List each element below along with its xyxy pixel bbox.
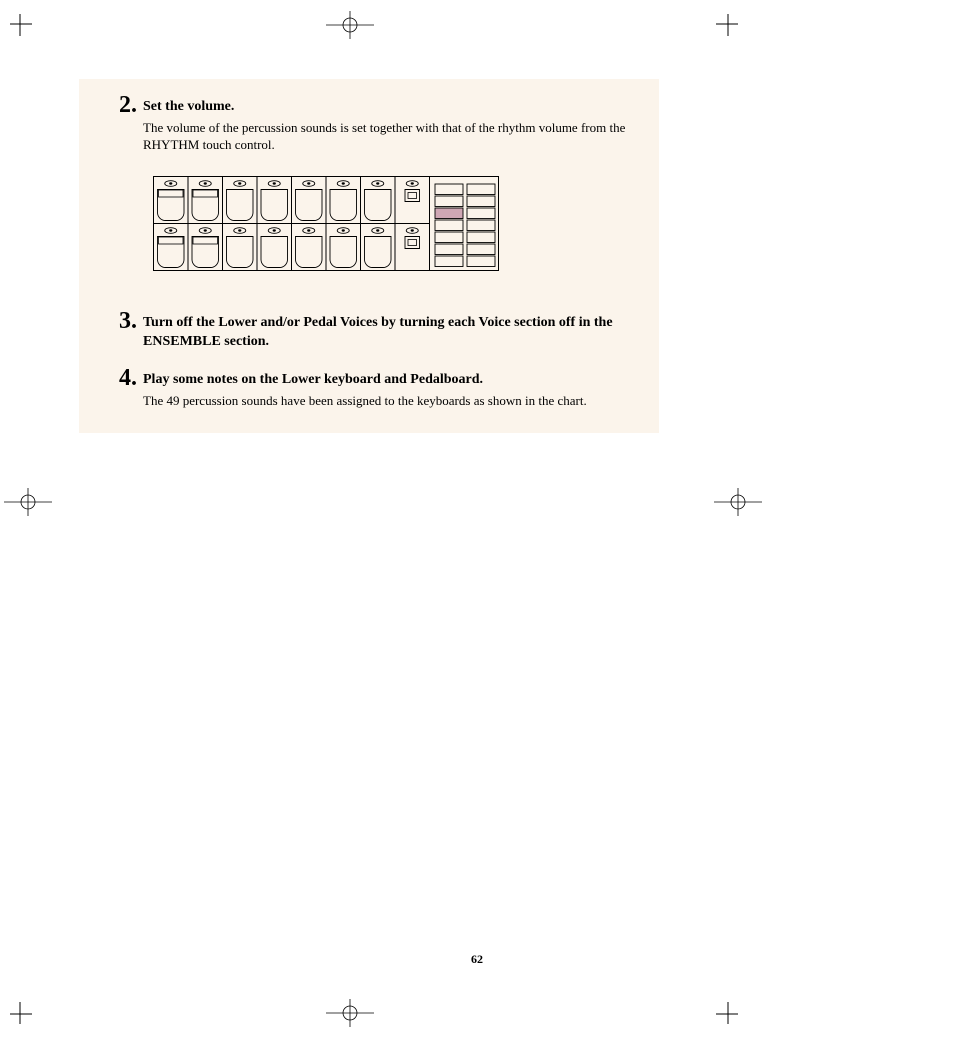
step-heading: Set the volume. — [143, 98, 629, 117]
registration-mark-bottom — [326, 997, 374, 1029]
step-2: 2. Set the volume. The volume of the per… — [109, 93, 629, 154]
step-heading: Turn off the Lower and/or Pedal Voices b… — [143, 314, 629, 352]
crop-mark-bottom-right — [702, 988, 738, 1024]
step-description: The 49 percussion sounds have been assig… — [143, 392, 629, 410]
step-description: The volume of the percussion sounds is s… — [143, 119, 629, 154]
step-4: 4. Play some notes on the Lower keyboard… — [109, 366, 629, 409]
step-heading: Play some notes on the Lower keyboard an… — [143, 371, 629, 390]
registration-mark-top — [326, 9, 374, 41]
step-3: 3. Turn off the Lower and/or Pedal Voice… — [109, 309, 629, 354]
crop-mark-bottom-left — [10, 988, 46, 1024]
page-number: 62 — [0, 952, 954, 967]
crop-mark-top-right — [702, 14, 738, 50]
content-box: 2. Set the volume. The volume of the per… — [79, 79, 659, 433]
panel-diagram — [153, 176, 629, 277]
step-number: 4. — [109, 366, 143, 390]
crop-mark-top-left — [10, 14, 46, 50]
step-number: 3. — [109, 309, 143, 333]
registration-mark-right — [714, 486, 762, 518]
step-number: 2. — [109, 93, 143, 117]
registration-mark-left — [4, 486, 52, 518]
